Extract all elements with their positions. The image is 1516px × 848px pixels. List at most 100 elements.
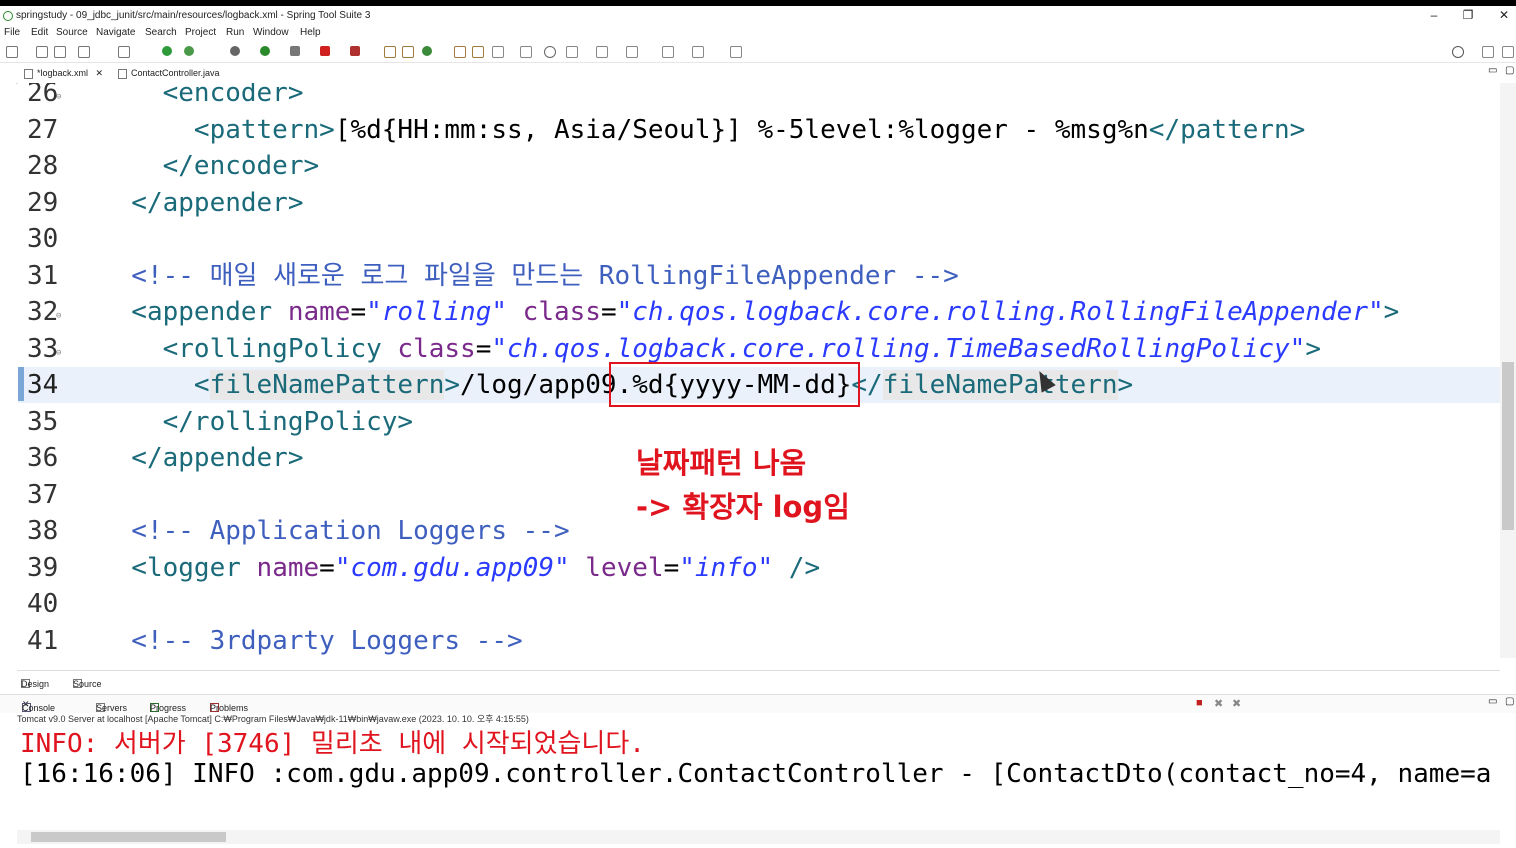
editor-mode-tabs: Design Source [17, 670, 1500, 689]
save-all-icon[interactable] [54, 46, 66, 58]
close-button[interactable]: ✕ [1494, 8, 1514, 22]
menu-edit[interactable]: Edit [31, 27, 48, 38]
code-line[interactable]: 26 ⊖ <encoder> [18, 83, 1500, 111]
code-token: <appender [100, 297, 288, 327]
menu-project[interactable]: Project [185, 27, 216, 38]
code-text: <encoder> [100, 83, 304, 111]
menu-navigate[interactable]: Navigate [96, 27, 135, 38]
code-token: fileNamePattern [209, 370, 445, 400]
close-icon[interactable]: ✕ [96, 68, 104, 78]
menu-search[interactable]: Search [145, 27, 177, 38]
fold-toggle-icon[interactable]: ⊖ [56, 298, 61, 334]
code-token: name [256, 552, 320, 583]
code-token: "ch.qos.logback.core.rolling.RollingFile… [616, 297, 1384, 327]
code-line[interactable]: 41 <!-- 3rdparty Loggers --> [18, 623, 1500, 659]
stop-icon[interactable] [320, 46, 330, 56]
open-perspective-icon[interactable] [1482, 46, 1494, 58]
code-line[interactable]: 35 </rollingPolicy> [18, 404, 1500, 440]
minimize-view-icon[interactable]: ▭ [1488, 696, 1497, 707]
code-token: > [1305, 333, 1321, 364]
code-line[interactable]: 32 ⊖ <appender name="rolling" class="ch.q… [18, 294, 1500, 330]
code-token: = [600, 297, 617, 327]
perspective-icon[interactable] [1502, 46, 1514, 58]
remove-all-icon[interactable]: ✖ [1232, 697, 1241, 710]
fold-toggle-icon[interactable]: ⊖ [56, 335, 61, 371]
print-icon[interactable] [78, 46, 90, 58]
save-icon[interactable] [36, 46, 48, 58]
code-token: <!-- 3rdparty Loggers --> [100, 625, 523, 656]
code-line[interactable]: 27 <pattern>[%d{HH:mm:ss, Asia/Seoul}] %… [18, 112, 1500, 148]
menu-source[interactable]: Source [56, 27, 88, 38]
prev-annotation-icon[interactable] [596, 46, 608, 58]
run-config-icon[interactable] [290, 46, 300, 56]
tab-logback-xml[interactable]: *logback.xml ✕ [24, 68, 103, 79]
back-icon[interactable] [662, 46, 674, 58]
sync-icon[interactable] [520, 46, 532, 58]
spring-icon[interactable] [162, 46, 172, 56]
next-annotation-icon[interactable] [566, 46, 578, 58]
line-number: 36 [27, 443, 59, 473]
code-token: class [397, 333, 476, 364]
code-token: < [100, 370, 210, 400]
menu-file[interactable]: File [4, 27, 20, 38]
line-number: 26 [27, 83, 59, 108]
annotation-text: 날짜패턴 나옴 [636, 446, 807, 480]
terminal-icon[interactable] [118, 46, 130, 58]
tab-label: ContactController.java [131, 68, 220, 78]
open-folder-icon[interactable] [472, 46, 484, 58]
gift-icon[interactable] [402, 46, 414, 58]
menu-window[interactable]: Window [253, 27, 289, 38]
editor-horizontal-scrollbar[interactable] [66, 658, 1500, 668]
server-icon[interactable] [350, 46, 360, 56]
editor-scroll-thumb[interactable] [1502, 362, 1514, 530]
left-trim [0, 64, 16, 664]
code-text: <!-- Application Loggers --> [100, 513, 569, 549]
new-class-icon[interactable] [422, 46, 432, 56]
globe-icon[interactable] [544, 46, 556, 58]
console-horizontal-scrollbar[interactable] [17, 830, 1500, 844]
code-line[interactable]: 39 <logger name="com.gdu.app09" level="i… [18, 550, 1500, 586]
debug-icon[interactable] [230, 46, 240, 56]
maximize-view-icon[interactable]: ▢ [1505, 696, 1514, 707]
minimize-editor-icon[interactable]: ▭ [1488, 65, 1497, 76]
annotation-text: -> 확장자 log임 [636, 490, 850, 524]
code-token: > [1383, 297, 1400, 327]
forward-icon[interactable] [692, 46, 704, 58]
open-type-icon[interactable] [454, 46, 466, 58]
search-icon[interactable] [1452, 46, 1464, 58]
fold-toggle-icon[interactable]: ⊖ [56, 83, 61, 115]
code-line[interactable]: 40 [18, 586, 1500, 622]
refresh-icon[interactable] [184, 46, 194, 56]
xml-file-icon [24, 68, 33, 79]
console-line: INFO: 서버가 [3746] 밀리초 내에 시작되었습니다. [20, 729, 645, 759]
console-output[interactable]: INFO: 서버가 [3746] 밀리초 내에 시작되었습니다. [16:16:… [17, 722, 1500, 830]
code-text: <!-- 매일 새로운 로그 파일을 만드는 RollingFileAppend… [100, 258, 959, 294]
code-line[interactable]: 31 <!-- 매일 새로운 로그 파일을 만드는 RollingFileApp… [18, 258, 1500, 294]
maximize-button[interactable]: ❐ [1458, 8, 1478, 22]
edit-icon[interactable] [492, 46, 504, 58]
run-icon[interactable] [260, 46, 270, 56]
code-text: </encoder> [100, 148, 320, 184]
package-icon[interactable] [384, 46, 396, 58]
menu-help[interactable]: Help [300, 27, 321, 38]
tab-console[interactable]: Console ✕ [22, 699, 55, 713]
remove-launch-icon[interactable]: ✖ [1214, 697, 1223, 710]
maximize-editor-icon[interactable]: ▢ [1505, 65, 1514, 76]
minimize-button[interactable]: – [1424, 8, 1444, 22]
code-token: "com.gdu.app09" [334, 552, 570, 583]
pin-editor-icon[interactable] [730, 46, 742, 58]
console-scroll-thumb[interactable] [31, 832, 226, 842]
last-edit-icon[interactable] [626, 46, 638, 58]
terminate-icon[interactable]: ■ [1196, 697, 1203, 709]
new-icon[interactable] [6, 46, 18, 58]
code-token: > [1117, 370, 1134, 400]
menu-run[interactable]: Run [226, 27, 244, 38]
code-line[interactable]: 30 [18, 221, 1500, 257]
code-line[interactable]: 29 </appender> [18, 185, 1500, 221]
window-title: springstudy - 09_jdbc_junit/src/main/res… [16, 10, 371, 21]
code-line[interactable]: 28 </encoder> [18, 148, 1500, 184]
console-line: [16:16:06] INFO :com.gdu.app09.controlle… [20, 759, 1492, 789]
line-number: 38 [27, 516, 59, 546]
line-number: 39 [27, 552, 59, 583]
tab-contactcontroller-java[interactable]: ContactController.java [118, 68, 220, 79]
